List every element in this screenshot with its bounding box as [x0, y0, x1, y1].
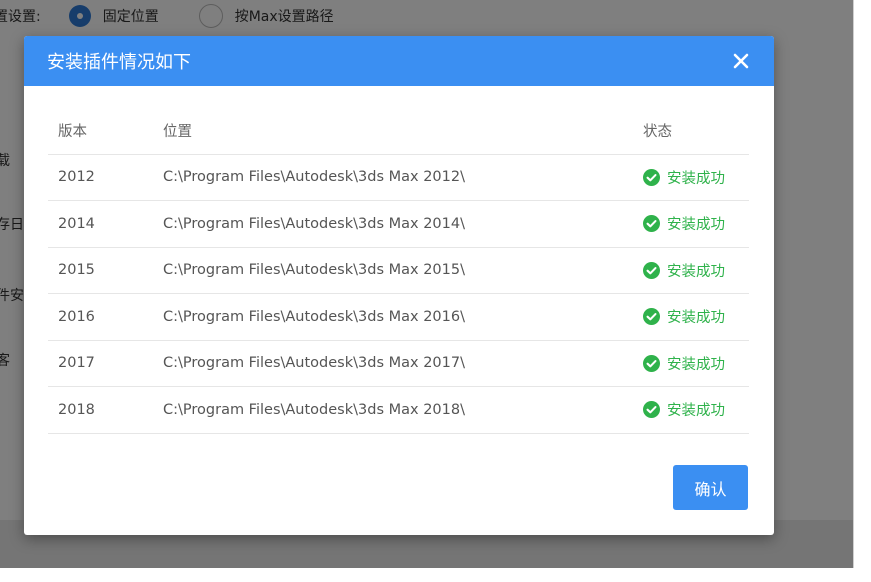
check-circle-icon — [643, 168, 660, 186]
table-row: 2018 C:\Program Files\Autodesk\3ds Max 2… — [48, 386, 749, 434]
table-header-row: 版本 位置 状态 — [48, 108, 749, 155]
cell-status: 安装成功 — [633, 293, 749, 341]
confirm-button[interactable]: 确认 — [673, 465, 748, 510]
status-badge: 安装成功 — [643, 167, 749, 188]
cell-status: 安装成功 — [633, 247, 749, 294]
install-result-dialog: 安装插件情况如下 版本 位置 状态 2012 C:\Program Files\… — [24, 36, 774, 535]
cell-path: C:\Program Files\Autodesk\3ds Max 2012\ — [153, 154, 633, 201]
check-circle-icon — [643, 354, 660, 372]
status-text: 安装成功 — [667, 356, 725, 373]
status-text: 安装成功 — [667, 217, 725, 234]
status-badge: 安装成功 — [643, 306, 749, 327]
table-row: 2017 C:\Program Files\Autodesk\3ds Max 2… — [48, 340, 749, 387]
table-row: 2016 C:\Program Files\Autodesk\3ds Max 2… — [48, 293, 749, 341]
status-badge: 安装成功 — [643, 213, 749, 234]
cell-version: 2015 — [48, 247, 153, 294]
cell-version: 2018 — [48, 386, 153, 434]
column-header-status: 状态 — [633, 108, 749, 155]
column-header-version: 版本 — [48, 108, 153, 155]
dialog-header: 安装插件情况如下 — [24, 36, 774, 86]
status-text: 安装成功 — [667, 403, 725, 420]
cell-status: 安装成功 — [633, 386, 749, 434]
cell-version: 2017 — [48, 340, 153, 387]
dialog-title: 安装插件情况如下 — [47, 52, 191, 73]
status-badge: 安装成功 — [643, 399, 749, 420]
table-row: 2015 C:\Program Files\Autodesk\3ds Max 2… — [48, 247, 749, 294]
status-text: 安装成功 — [667, 170, 725, 187]
check-circle-icon — [643, 401, 660, 419]
status-badge: 安装成功 — [643, 353, 749, 374]
status-text: 安装成功 — [667, 310, 725, 327]
table-row: 2014 C:\Program Files\Autodesk\3ds Max 2… — [48, 200, 749, 248]
status-text: 安装成功 — [667, 263, 725, 280]
table-row: 2012 C:\Program Files\Autodesk\3ds Max 2… — [48, 154, 749, 201]
cell-path: C:\Program Files\Autodesk\3ds Max 2016\ — [153, 293, 633, 341]
check-circle-icon — [643, 215, 660, 233]
check-circle-icon — [643, 261, 660, 279]
cell-status: 安装成功 — [633, 200, 749, 248]
check-circle-icon — [643, 308, 660, 326]
cell-version: 2016 — [48, 293, 153, 341]
cell-path: C:\Program Files\Autodesk\3ds Max 2014\ — [153, 200, 633, 248]
cell-path: C:\Program Files\Autodesk\3ds Max 2017\ — [153, 340, 633, 387]
install-table: 版本 位置 状态 2012 C:\Program Files\Autodesk\… — [48, 108, 749, 434]
cell-path: C:\Program Files\Autodesk\3ds Max 2018\ — [153, 386, 633, 434]
status-badge: 安装成功 — [643, 260, 749, 281]
close-icon[interactable] — [730, 50, 752, 72]
cell-version: 2012 — [48, 154, 153, 201]
cell-path: C:\Program Files\Autodesk\3ds Max 2015\ — [153, 247, 633, 294]
table-body: 2012 C:\Program Files\Autodesk\3ds Max 2… — [48, 154, 749, 434]
column-header-path: 位置 — [153, 108, 633, 155]
cell-status: 安装成功 — [633, 340, 749, 387]
cell-status: 安装成功 — [633, 154, 749, 201]
cell-version: 2014 — [48, 200, 153, 248]
